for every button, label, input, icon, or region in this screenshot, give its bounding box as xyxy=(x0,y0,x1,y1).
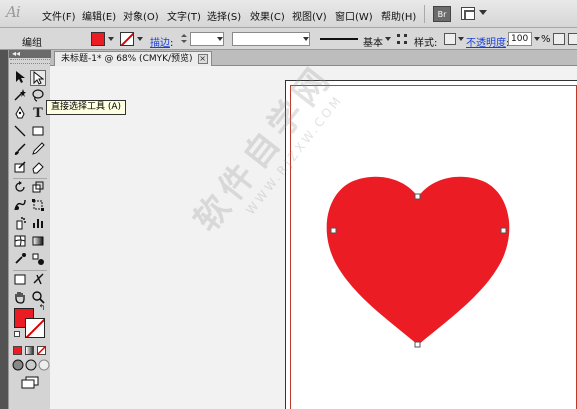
heart-path[interactable] xyxy=(326,176,510,345)
stroke-colon: : xyxy=(170,38,174,49)
stroke-weight-field[interactable] xyxy=(190,32,224,46)
toolbox-grip[interactable] xyxy=(10,59,50,64)
toolbox-divider xyxy=(13,270,47,271)
selection-tool-icon[interactable] xyxy=(12,70,28,86)
menu-object[interactable]: 对象(O) xyxy=(123,8,159,23)
pen-tool-icon[interactable] xyxy=(12,105,28,122)
brush-style-label[interactable]: 基本 xyxy=(363,34,383,49)
stroke-link[interactable]: 描边 xyxy=(150,38,170,49)
symbol-sprayer-tool-icon[interactable] xyxy=(12,216,28,232)
color-mode-icon[interactable] xyxy=(13,346,22,355)
menu-file[interactable]: 文件(F) xyxy=(42,8,76,23)
opacity-label[interactable]: 不透明度: xyxy=(466,34,509,49)
screen-mode-icon[interactable] xyxy=(20,376,40,390)
illustrator-window: Ai 文件(F) 编辑(E) 对象(O) 文字(T) 选择(S) 效果(C) 视… xyxy=(0,0,577,409)
scale-tool-icon[interactable] xyxy=(30,180,46,196)
direct-selection-tool-icon[interactable] xyxy=(30,70,46,86)
style-label: 样式: xyxy=(414,38,438,49)
close-icon[interactable]: × xyxy=(197,54,208,64)
menu-bar: Ai 文件(F) 编辑(E) 对象(O) 文字(T) 选择(S) 效果(C) 视… xyxy=(0,0,577,28)
menu-help[interactable]: 帮助(H) xyxy=(381,8,416,23)
swap-fill-stroke-icon[interactable]: ↰ xyxy=(37,303,47,313)
scissors-tool-icon[interactable] xyxy=(30,272,46,288)
slice-tool-icon[interactable] xyxy=(12,272,28,288)
warp-tool-icon[interactable] xyxy=(12,198,28,214)
rotate-tool-icon[interactable] xyxy=(12,180,28,196)
toolbox-header[interactable]: ◂◂ xyxy=(9,49,51,58)
gradient-mode-icon[interactable] xyxy=(25,346,34,355)
toolbox: ◂◂ T ↰ xyxy=(8,49,51,409)
toolbox-panel: ◂◂ T ↰ xyxy=(0,49,51,409)
recolor-artwork-icon[interactable] xyxy=(553,33,565,45)
stroke-color-swatch[interactable] xyxy=(120,32,134,46)
lasso-tool-icon[interactable] xyxy=(30,88,46,104)
menu-select[interactable]: 选择(S) xyxy=(207,8,241,23)
control-bar: 编组 描边: 基本 样式: 不透明度: 100 % xyxy=(0,28,577,50)
menu-divider xyxy=(424,5,425,23)
menu-view[interactable]: 视图(V) xyxy=(292,8,327,23)
pencil-tool-icon[interactable] xyxy=(30,142,46,158)
opacity-dropdown-icon[interactable] xyxy=(534,37,540,41)
draw-inside-icon[interactable] xyxy=(38,359,50,371)
brush-stroke-preview xyxy=(320,38,358,40)
eraser-tool-icon[interactable] xyxy=(30,160,46,176)
magic-wand-tool-icon[interactable] xyxy=(12,88,28,104)
heart-shape[interactable] xyxy=(325,170,511,350)
stroke-dropdown-icon[interactable] xyxy=(137,37,143,41)
line-tool-icon[interactable] xyxy=(12,124,28,140)
document-tab-bar: 未标题-1* @ 68% (CMYK/预览) × xyxy=(50,50,577,66)
hand-tool-icon[interactable] xyxy=(12,290,28,306)
toolbox-divider xyxy=(13,178,47,179)
bridge-button[interactable]: Br xyxy=(433,6,451,22)
eyedropper-tool-icon[interactable] xyxy=(12,252,28,268)
app-logo: Ai xyxy=(6,3,21,21)
tool-tooltip: 直接选择工具 (A) xyxy=(46,100,127,115)
stroke-weight-spinner[interactable] xyxy=(180,32,188,46)
stroke-label[interactable]: 描边: xyxy=(150,34,173,49)
graphic-style-swatch[interactable] xyxy=(444,33,456,45)
blend-tool-icon[interactable] xyxy=(30,252,46,268)
arrange-documents-button[interactable] xyxy=(461,6,489,22)
anchor-point-top[interactable] xyxy=(414,193,421,200)
arrange-documents-icon xyxy=(461,7,475,20)
collapse-icon[interactable]: ◂◂ xyxy=(12,49,20,58)
default-colors-icon[interactable] xyxy=(14,331,20,337)
document-setup-icon[interactable] xyxy=(397,34,407,44)
document-tab[interactable]: 未标题-1* @ 68% (CMYK/预览) × xyxy=(54,51,212,66)
column-graph-tool-icon[interactable] xyxy=(30,216,46,232)
variable-width-field[interactable] xyxy=(232,32,310,46)
anchor-point-left[interactable] xyxy=(330,227,337,234)
anchor-point-right[interactable] xyxy=(500,227,507,234)
opacity-link[interactable]: 不透明度 xyxy=(466,38,506,49)
paintbrush-tool-icon[interactable] xyxy=(12,142,28,158)
menu-effect[interactable]: 效果(C) xyxy=(250,8,285,23)
draw-behind-icon[interactable] xyxy=(25,359,37,371)
menu-edit[interactable]: 编辑(E) xyxy=(82,8,116,23)
stroke-color-box[interactable] xyxy=(25,318,45,338)
brush-dropdown-icon[interactable] xyxy=(385,37,391,41)
selection-type-label: 编组 xyxy=(22,38,42,49)
blob-brush-tool-icon[interactable] xyxy=(12,160,28,176)
menu-type[interactable]: 文字(T) xyxy=(167,8,201,23)
document-tab-title: 未标题-1* @ 68% (CMYK/预览) xyxy=(61,54,193,64)
opacity-unit: % xyxy=(541,34,551,45)
anchor-point-bottom[interactable] xyxy=(414,341,421,348)
rectangle-tool-icon[interactable] xyxy=(30,124,46,140)
draw-normal-icon[interactable] xyxy=(12,359,24,371)
type-tool-icon[interactable]: T xyxy=(30,106,46,122)
chevron-down-icon xyxy=(479,10,487,15)
mesh-tool-icon[interactable] xyxy=(12,234,28,250)
chevron-down-icon xyxy=(303,37,309,41)
menu-window[interactable]: 窗口(W) xyxy=(335,8,373,23)
fill-dropdown-icon[interactable] xyxy=(108,37,114,41)
style-dropdown-icon[interactable] xyxy=(458,37,464,41)
none-mode-icon[interactable] xyxy=(37,346,46,355)
gradient-tool-icon[interactable] xyxy=(30,234,46,250)
chevron-down-icon xyxy=(217,37,223,41)
fill-color-swatch[interactable] xyxy=(91,32,105,46)
opacity-field[interactable]: 100 xyxy=(508,32,532,46)
free-transform-tool-icon[interactable] xyxy=(30,198,46,214)
opacity-value: 100 xyxy=(511,34,529,44)
align-icon[interactable] xyxy=(568,33,577,45)
